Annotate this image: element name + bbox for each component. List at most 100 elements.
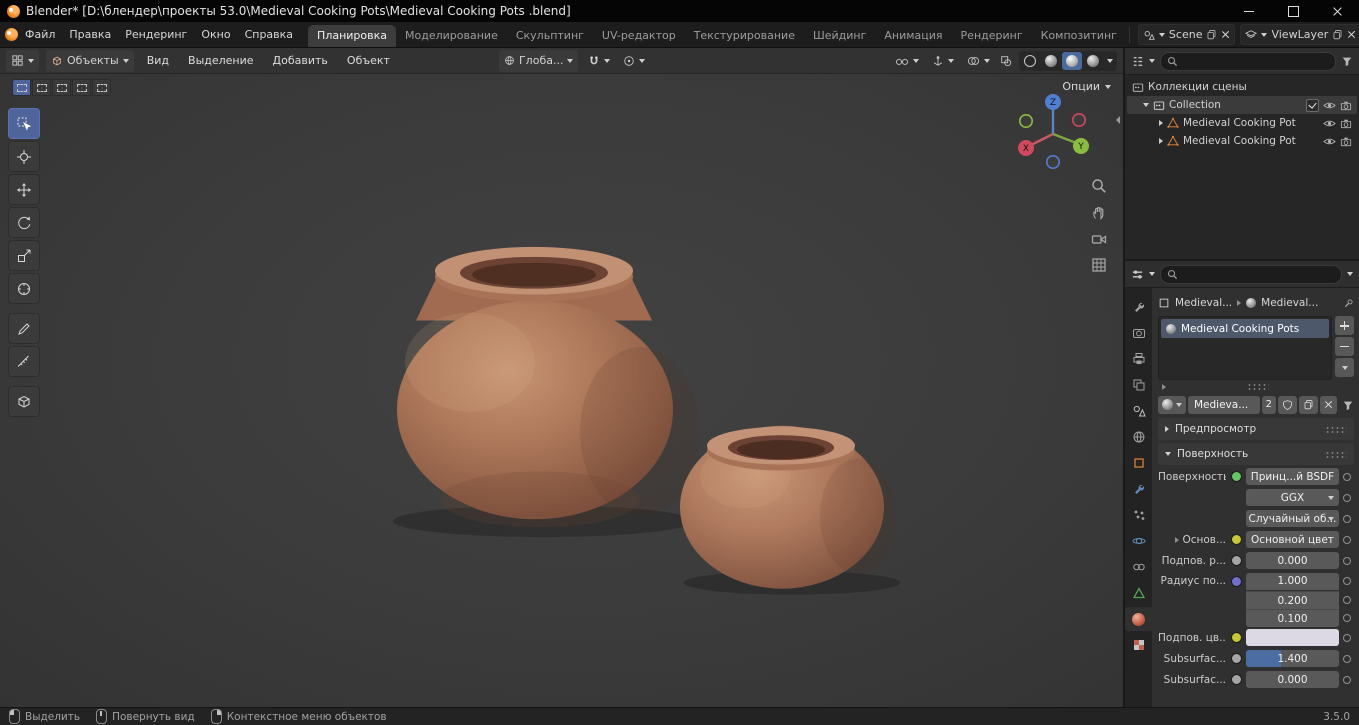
transform-orientation-selector[interactable]: Глоба...: [498, 49, 579, 72]
tool-scale[interactable]: [8, 240, 40, 271]
remove-slot-button[interactable]: [1335, 337, 1354, 356]
outliner-search-input[interactable]: [1160, 51, 1336, 71]
decorator-icon[interactable]: [1342, 535, 1351, 544]
overlays-dropdown[interactable]: [964, 53, 993, 69]
material-slot-list[interactable]: Medieval Cooking Pots: [1158, 316, 1332, 380]
unlink-material-button[interactable]: [1320, 395, 1337, 414]
menu-help[interactable]: Справка: [238, 25, 300, 44]
tab-physics-properties[interactable]: [1125, 529, 1152, 553]
base-color-button[interactable]: Основной цвет: [1246, 531, 1339, 548]
decorator-icon[interactable]: [1342, 614, 1351, 622]
tab-constraint-properties[interactable]: [1125, 555, 1152, 579]
render-camera-icon[interactable]: [1340, 136, 1352, 147]
decorator-icon[interactable]: [1342, 493, 1351, 502]
drag-grip-icon[interactable]: [1325, 425, 1347, 433]
add-slot-button[interactable]: [1335, 316, 1354, 335]
collection-row[interactable]: Collection: [1127, 96, 1357, 114]
tab-modifier-properties[interactable]: [1125, 477, 1152, 501]
tool-add-primitive[interactable]: [8, 386, 40, 417]
chevron-down-icon[interactable]: [604, 58, 611, 63]
drag-grip-icon[interactable]: [1325, 450, 1347, 458]
expand-icon[interactable]: [1175, 536, 1180, 543]
remove-view-layer-icon[interactable]: [1347, 30, 1356, 39]
tab-animation[interactable]: Анимация: [875, 25, 951, 47]
shader-select-button[interactable]: Принц...й BSDF: [1246, 468, 1339, 485]
shading-rendered-button[interactable]: [1083, 52, 1103, 70]
hide-eye-icon[interactable]: [1323, 136, 1336, 147]
tab-render-properties[interactable]: [1125, 321, 1152, 345]
sss-radius-y-field[interactable]: 0.200: [1246, 591, 1339, 609]
tab-material-properties[interactable]: [1125, 607, 1152, 631]
gizmos-dropdown[interactable]: [929, 53, 957, 69]
menu-object[interactable]: Объект: [341, 52, 396, 69]
camera-view-icon[interactable]: [1091, 232, 1107, 246]
hide-eye-icon[interactable]: [1323, 118, 1336, 129]
tab-sculpting[interactable]: Скульптинг: [507, 25, 593, 47]
tab-scene-properties[interactable]: [1125, 399, 1152, 423]
pan-hand-icon[interactable]: [1091, 205, 1107, 221]
tool-cursor[interactable]: [8, 141, 40, 172]
decorator-icon[interactable]: [1342, 633, 1351, 642]
fake-user-button[interactable]: [1278, 395, 1297, 414]
region-collapse-arrow[interactable]: [1116, 114, 1120, 127]
snap-toggle[interactable]: [585, 53, 613, 69]
properties-search-input[interactable]: [1160, 264, 1342, 284]
menu-select[interactable]: Выделение: [182, 52, 260, 69]
chevron-down-icon[interactable]: [1107, 58, 1113, 63]
chevron-down-icon[interactable]: [948, 58, 954, 63]
decorator-icon[interactable]: [1342, 596, 1351, 604]
object-row-1[interactable]: Medieval Cooking Pot: [1127, 114, 1357, 132]
zoom-icon[interactable]: [1091, 178, 1107, 194]
sss-color-swatch[interactable]: [1246, 629, 1339, 646]
select-mode-subtract[interactable]: [52, 79, 71, 96]
editor-type-button[interactable]: [6, 49, 39, 72]
new-view-layer-icon[interactable]: [1332, 29, 1343, 40]
tab-tool-properties[interactable]: [1125, 295, 1152, 319]
tool-transform[interactable]: [8, 273, 40, 304]
browse-material-button[interactable]: [1158, 395, 1186, 414]
filter-icon[interactable]: [1342, 399, 1354, 411]
material-slot-item[interactable]: Medieval Cooking Pots: [1161, 319, 1329, 338]
tool-annotate[interactable]: [8, 313, 40, 344]
select-mode-set[interactable]: [12, 79, 31, 96]
editor-properties-icon[interactable]: [1131, 268, 1144, 281]
sss-method-dropdown[interactable]: Случайный об...: [1246, 510, 1339, 527]
users-count-button[interactable]: 2: [1261, 395, 1276, 414]
chevron-down-icon[interactable]: [1149, 59, 1155, 63]
orthographic-grid-icon[interactable]: [1091, 257, 1107, 273]
sss-radius-x-field[interactable]: 1.000: [1246, 572, 1339, 590]
unlink-scene-icon[interactable]: [1221, 30, 1230, 39]
tab-object-data-properties[interactable]: [1125, 581, 1152, 605]
select-mode-extend[interactable]: [32, 79, 51, 96]
sss-aniso-field[interactable]: 0.000: [1246, 671, 1339, 688]
scene-selector[interactable]: Scene: [1137, 24, 1236, 45]
sss-ior-slider[interactable]: 1.400: [1246, 650, 1339, 667]
xray-toggle-icon[interactable]: [1000, 55, 1012, 67]
distribution-dropdown[interactable]: GGX: [1246, 489, 1339, 506]
proportional-editing-toggle[interactable]: [620, 53, 648, 69]
tab-uv-editing[interactable]: UV-редактор: [593, 25, 685, 47]
gizmo-x-neg[interactable]: [1071, 112, 1086, 127]
decorator-icon[interactable]: [1342, 654, 1351, 663]
gizmo-y-neg[interactable]: [1019, 113, 1033, 128]
editor-outliner-icon[interactable]: [1131, 55, 1144, 68]
scene-collection-row[interactable]: Коллекции сцены: [1127, 78, 1357, 96]
tool-measure[interactable]: [8, 346, 40, 377]
sss-radius-z-field[interactable]: 0.100: [1246, 609, 1339, 627]
new-material-button[interactable]: [1299, 395, 1318, 414]
shading-wireframe-button[interactable]: [1020, 52, 1040, 70]
tab-world-properties[interactable]: [1125, 425, 1152, 449]
tab-modeling[interactable]: Моделирование: [396, 25, 507, 47]
show-object-types-dropdown[interactable]: [892, 53, 922, 69]
gizmo-z-neg[interactable]: [1045, 155, 1060, 170]
slot-list-resize[interactable]: [1158, 380, 1354, 393]
close-button[interactable]: [1315, 0, 1359, 22]
expand-icon[interactable]: [1159, 120, 1163, 126]
render-camera-icon[interactable]: [1340, 100, 1352, 111]
slot-specials-button[interactable]: [1335, 358, 1354, 377]
object-row-2[interactable]: Medieval Cooking Pot: [1127, 132, 1357, 150]
tool-rotate[interactable]: [8, 207, 40, 238]
chevron-down-icon[interactable]: [1347, 272, 1353, 276]
tab-shading[interactable]: Шейдинг: [804, 25, 875, 47]
decorator-icon[interactable]: [1342, 577, 1351, 585]
